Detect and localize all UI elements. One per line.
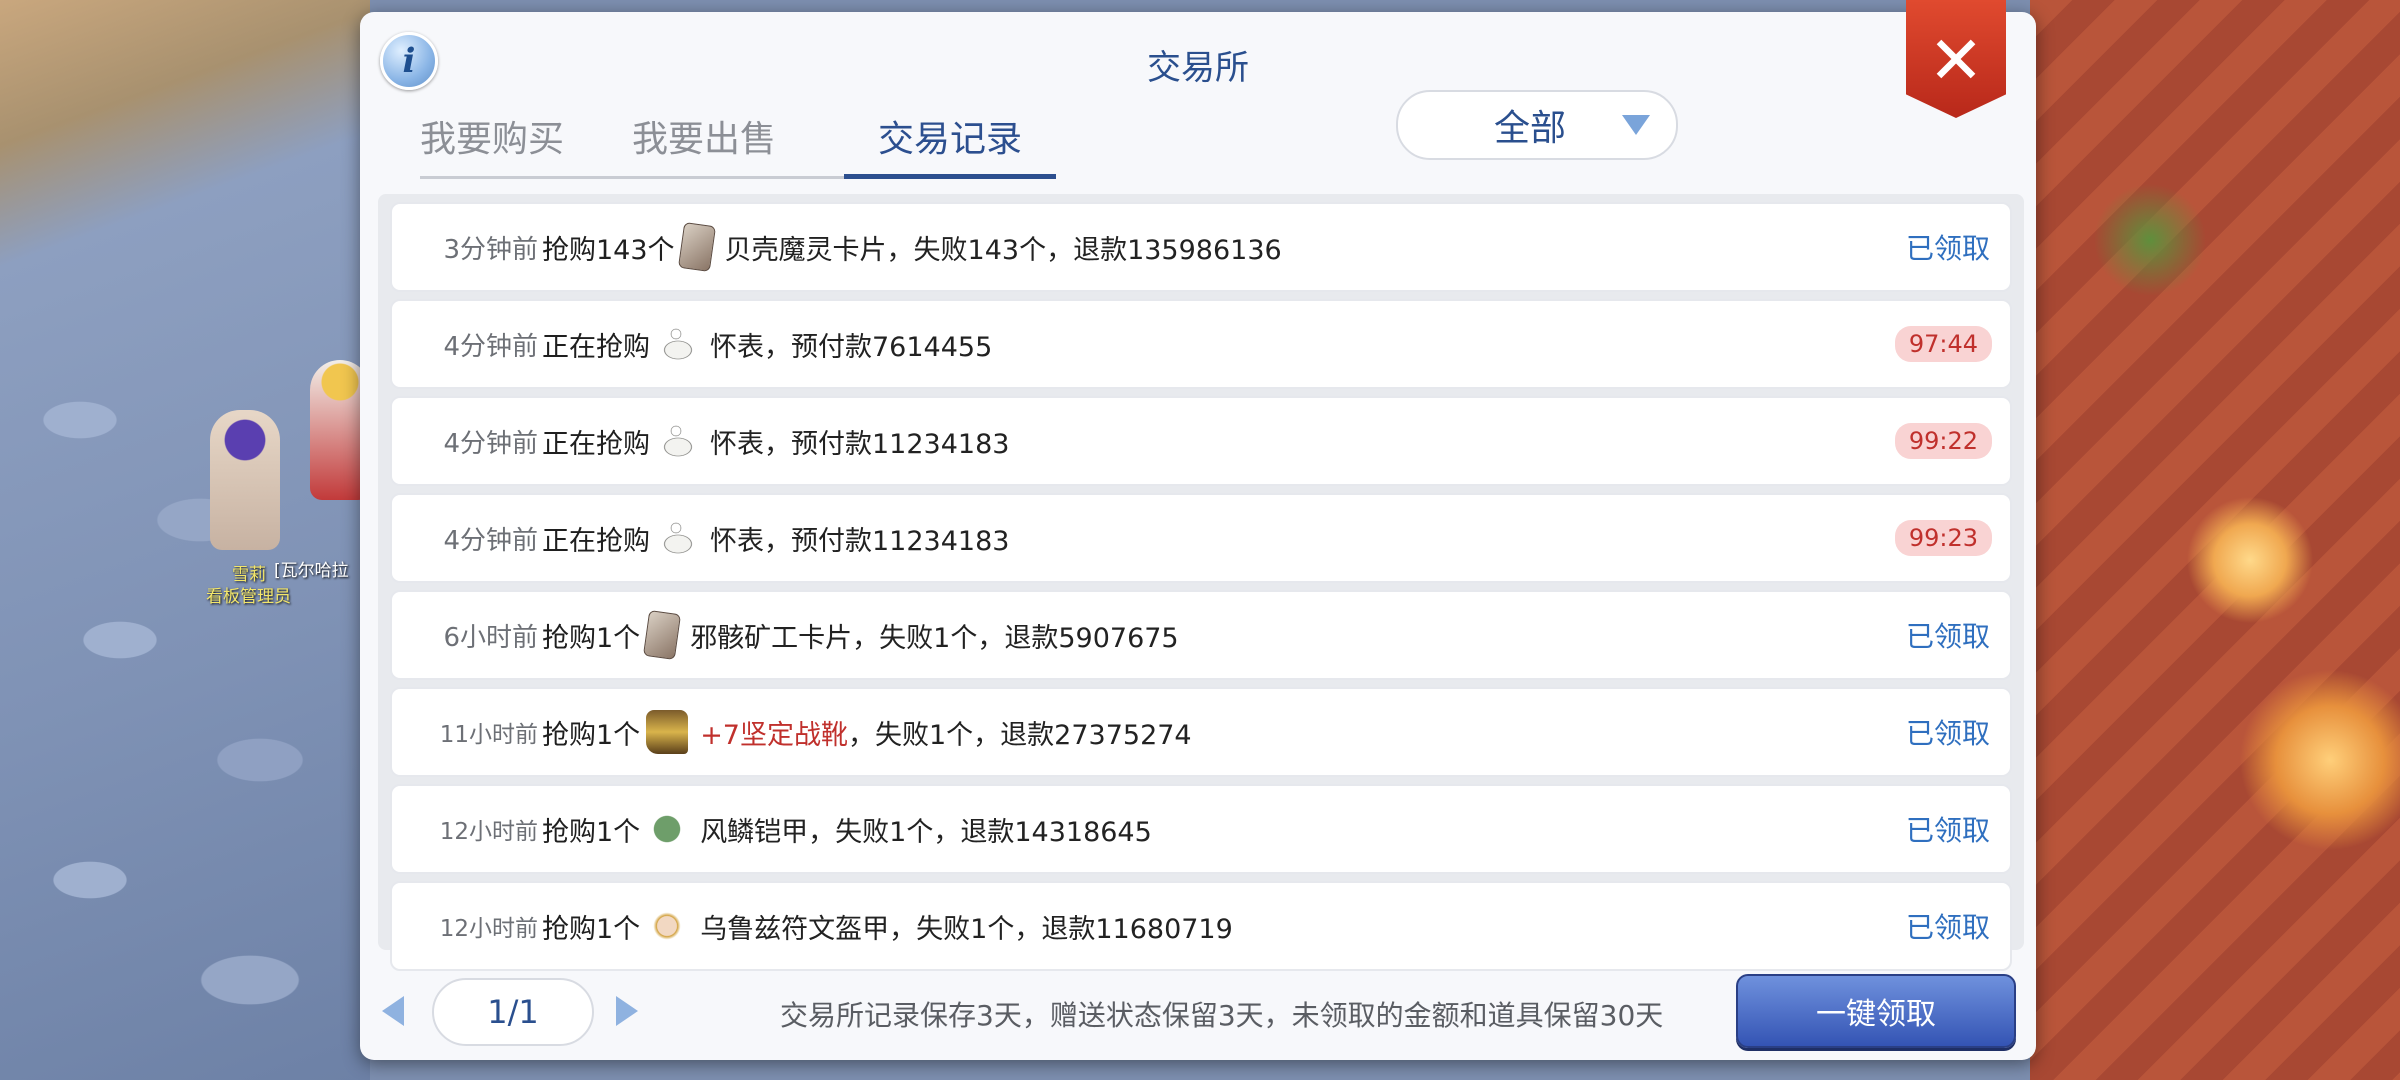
tab-trade-records[interactable]: 交易记录: [844, 110, 1056, 179]
record-desc: 怀表，预付款11234183: [710, 525, 1010, 557]
rune-armor-icon[interactable]: [646, 904, 689, 948]
next-page-icon[interactable]: [616, 996, 638, 1026]
boots-icon[interactable]: [646, 710, 689, 754]
armor-icon[interactable]: [646, 807, 689, 851]
record-row: 6小时前 抢购1个 邪骸矿工卡片，失败1个，退款5907675 已领取: [390, 590, 2012, 680]
filter-value: 全部: [1493, 108, 1566, 149]
prev-page-icon[interactable]: [382, 996, 404, 1026]
market-stall-scene: [2030, 0, 2400, 1080]
filter-dropdown[interactable]: 全部: [1396, 90, 1678, 160]
claimed-status: 已领取: [1905, 717, 1990, 750]
close-icon: ✕: [1928, 22, 1984, 99]
record-action: 抢购1个: [542, 719, 641, 751]
record-list[interactable]: 3分钟前 抢购143个 贝壳魔灵卡片，失败143个，退款135986136 已领…: [378, 194, 2024, 971]
countdown-timer: 99:23: [1894, 520, 1992, 556]
footer-bar: 1/1 交易所记录保存3天，赠送状态保留3天，未领取的金额和道具保留30天 一键…: [360, 968, 2036, 1048]
street-scene: [0, 0, 370, 1080]
record-time: 3分钟前: [443, 234, 538, 265]
record-action: 抢购1个: [542, 622, 641, 654]
record-row: 12小时前 抢购1个 乌鲁兹符文盔甲，失败1个，退款11680719 已领取: [390, 881, 2012, 971]
countdown-timer: 97:44: [1894, 326, 1992, 362]
record-row: 4分钟前 正在抢购 怀表，预付款7614455 97:44: [390, 299, 2012, 389]
record-row: 4分钟前 正在抢购 怀表，预付款11234183 99:23: [390, 493, 2012, 583]
record-desc: 贝壳魔灵卡片，失败143个，退款135986136: [724, 234, 1282, 266]
record-action: 正在抢购: [542, 525, 650, 557]
pocket-watch-icon[interactable]: [656, 419, 698, 463]
tab-sell[interactable]: 我要出售: [632, 110, 844, 179]
record-time: 4分钟前: [443, 331, 538, 362]
record-time: 12小时前: [439, 819, 538, 845]
record-action: 正在抢购: [542, 428, 650, 460]
record-time: 6小时前: [443, 622, 538, 653]
pocket-watch-icon[interactable]: [656, 322, 698, 366]
npc-name: [瓦尔哈拉: [274, 561, 349, 581]
countdown-timer: 99:22: [1894, 423, 1992, 459]
chevron-down-icon: [1622, 115, 1650, 135]
claim-all-button[interactable]: 一键领取: [1736, 974, 2016, 1048]
npc-title: 看板管理员: [206, 587, 291, 607]
record-time: 11小时前: [439, 722, 538, 748]
exchange-window: i 交易所 ✕ 我要购买 我要出售 交易记录 全部 3分钟前 抢购143个 贝壳…: [360, 0, 2036, 1060]
record-row: 12小时前 抢购1个 风鳞铠甲，失败1个，退款14318645 已领取: [390, 784, 2012, 874]
close-button[interactable]: ✕: [1906, 0, 2006, 118]
record-time: 12小时前: [439, 916, 538, 942]
record-desc: 乌鲁兹符文盔甲，失败1个，退款11680719: [700, 913, 1233, 945]
claimed-status: 已领取: [1905, 911, 1990, 944]
npc-character[interactable]: [210, 410, 280, 550]
record-row: 11小时前 抢购1个 +7坚定战靴，失败1个，退款27375274 已领取: [390, 687, 2012, 777]
record-action: 正在抢购: [542, 331, 650, 363]
record-desc: 风鳞铠甲，失败1个，退款14318645: [700, 816, 1152, 848]
card-icon[interactable]: [677, 221, 716, 273]
tab-buy[interactable]: 我要购买: [420, 110, 632, 179]
claimed-status: 已领取: [1905, 232, 1990, 265]
pocket-watch-icon[interactable]: [656, 516, 698, 560]
record-row: 4分钟前 正在抢购 怀表，预付款11234183 99:22: [390, 396, 2012, 486]
record-action: 抢购1个: [542, 913, 641, 945]
record-time: 4分钟前: [443, 428, 538, 459]
record-desc: +7坚定战靴，失败1个，退款27375274: [700, 713, 1191, 752]
record-time: 4分钟前: [443, 525, 538, 556]
card-icon[interactable]: [643, 609, 682, 661]
record-desc: 怀表，预付款11234183: [710, 428, 1010, 460]
page-indicator: 1/1: [432, 978, 594, 1046]
record-action: 抢购143个: [542, 234, 675, 266]
retention-note: 交易所记录保存3天，赠送状态保留3天，未领取的金额和道具保留30天: [780, 999, 1664, 1032]
record-desc: 怀表，预付款7614455: [710, 331, 993, 363]
record-desc: 邪骸矿工卡片，失败1个，退款5907675: [690, 622, 1179, 654]
item-name-highlight: +7坚定战靴: [700, 719, 848, 751]
record-desc-rest: ，失败1个，退款27375274: [848, 719, 1192, 751]
claimed-status: 已领取: [1905, 814, 1990, 847]
window-title: 交易所: [1147, 48, 1249, 88]
record-action: 抢购1个: [542, 816, 641, 848]
record-row: 3分钟前 抢购143个 贝壳魔灵卡片，失败143个，退款135986136 已领…: [390, 202, 2012, 292]
claimed-status: 已领取: [1905, 620, 1990, 653]
tab-bar: 我要购买 我要出售 交易记录: [420, 110, 1056, 179]
